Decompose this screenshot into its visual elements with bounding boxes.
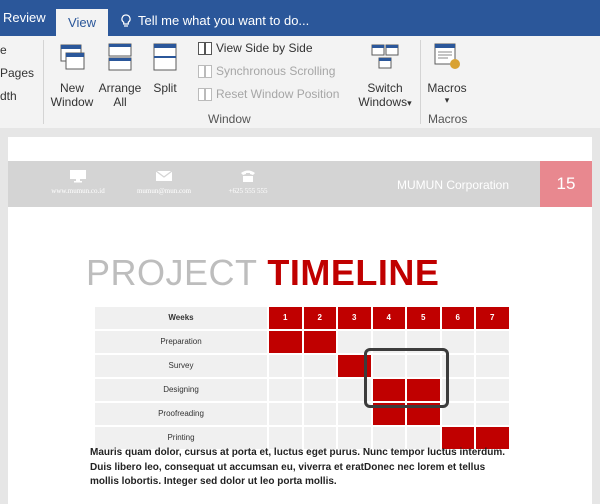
body-paragraph: Mauris quam dolor, cursus at porta et, l…: [90, 447, 506, 487]
timeline-empty-cell: [302, 402, 337, 426]
timeline-empty-cell: [475, 354, 510, 378]
phone-icon: [216, 169, 280, 185]
macros-icon: [423, 42, 471, 75]
tell-me-search[interactable]: Tell me what you want to do...: [120, 13, 309, 28]
group-label-window: Window: [208, 112, 251, 126]
chevron-down-icon: ▾: [407, 98, 412, 108]
ribbon: e Pages dth New Window Arrange All Split…: [0, 36, 600, 129]
timeline-header-label: Weeks: [168, 313, 194, 322]
timeline-empty-cell: [302, 378, 337, 402]
email-contact: mumun@mun.com: [132, 169, 196, 195]
phone-text: +625 555 555: [228, 187, 268, 195]
week-number: 4: [386, 313, 391, 322]
timeline-empty-cell: [475, 402, 510, 426]
page-number-badge: 15: [540, 161, 592, 207]
tell-me-text: Tell me what you want to do...: [138, 13, 310, 28]
email-text: mumun@mun.com: [136, 187, 192, 195]
reset-window-position-label: Reset Window Position: [216, 87, 340, 101]
new-window-label-1: New: [59, 81, 84, 95]
arrange-all-button[interactable]: Arrange All: [96, 42, 144, 109]
switch-windows-label-1: Switch: [367, 81, 403, 95]
week-number: 7: [490, 313, 495, 322]
timeline-empty-cell: [268, 402, 303, 426]
timeline-empty-cell: [268, 354, 303, 378]
timeline-empty-cell: [475, 330, 510, 354]
phone-contact: +625 555 555: [216, 169, 280, 195]
week-number: 2: [317, 313, 322, 322]
split-icon: [146, 42, 184, 75]
new-window-icon: [47, 42, 97, 75]
arrange-all-label-2: All: [113, 95, 127, 109]
switch-windows-label-2: Windows: [358, 95, 408, 109]
company-name: MUMUN Corporation: [397, 178, 510, 192]
title-gray: PROJECT: [86, 252, 257, 293]
website-contact: www.mumun.co.id: [46, 169, 110, 195]
chevron-down-icon: ▾: [444, 95, 450, 105]
ribbon-tab-bar: Review View Tell me what you want to do.…: [0, 0, 600, 36]
timeline-empty-cell: [268, 378, 303, 402]
synchronous-scrolling-icon: [198, 65, 212, 83]
timeline-bar-cell: [302, 330, 337, 354]
partial-left-label-2[interactable]: Pages: [0, 66, 34, 80]
view-side-by-side-label: View Side by Side: [216, 41, 313, 55]
reset-window-position-icon: [198, 88, 212, 106]
partial-left-label-3[interactable]: dth: [0, 89, 17, 103]
group-separator: [43, 40, 44, 124]
new-window-button[interactable]: New Window: [47, 42, 97, 109]
task-label: Printing: [167, 433, 195, 442]
document-page[interactable]: www.mumun.co.id mumun@mun.com +625 555 5…: [8, 137, 592, 504]
macros-label: Macros: [427, 81, 467, 95]
task-label: Designing: [163, 385, 199, 394]
tab-review[interactable]: Review: [3, 10, 46, 25]
switch-windows-button[interactable]: Switch Windows▾: [352, 42, 418, 109]
monitor-icon: [46, 169, 110, 185]
split-label: Split: [153, 81, 177, 95]
task-label: Preparation: [160, 337, 202, 346]
title-red: TIMELINE: [267, 252, 440, 293]
page-header-band: www.mumun.co.id mumun@mun.com +625 555 5…: [8, 161, 592, 207]
selection-highlight: [363, 348, 449, 408]
timeline-empty-cell: [475, 378, 510, 402]
week-number: 1: [283, 313, 288, 322]
split-button[interactable]: Split: [146, 42, 184, 95]
week-number: 6: [455, 313, 460, 322]
task-label: Survey: [168, 361, 194, 370]
week-number: 5: [421, 313, 426, 322]
task-label: Proofreading: [158, 409, 204, 418]
switch-windows-icon: [352, 42, 418, 75]
arrange-all-icon: [96, 42, 144, 75]
tab-view[interactable]: View: [56, 9, 108, 36]
new-window-label-2: Window: [50, 95, 94, 109]
group-separator: [420, 40, 421, 124]
timeline-bar-cell: [268, 330, 303, 354]
page-title: PROJECT TIMELINE: [86, 252, 439, 294]
arrange-all-label-1: Arrange: [98, 81, 142, 95]
partial-left-label-1[interactable]: e: [0, 43, 7, 57]
timeline-empty-cell: [302, 354, 337, 378]
view-side-by-side-icon: [198, 42, 212, 60]
week-number: 3: [352, 313, 357, 322]
macros-button[interactable]: Macros ▾: [423, 42, 471, 106]
lightbulb-icon: [120, 13, 132, 28]
synchronous-scrolling-label: Synchronous Scrolling: [216, 64, 336, 78]
group-label-macros: Macros: [428, 112, 468, 126]
envelope-icon: [132, 169, 196, 185]
website-text: www.mumun.co.id: [51, 187, 105, 195]
